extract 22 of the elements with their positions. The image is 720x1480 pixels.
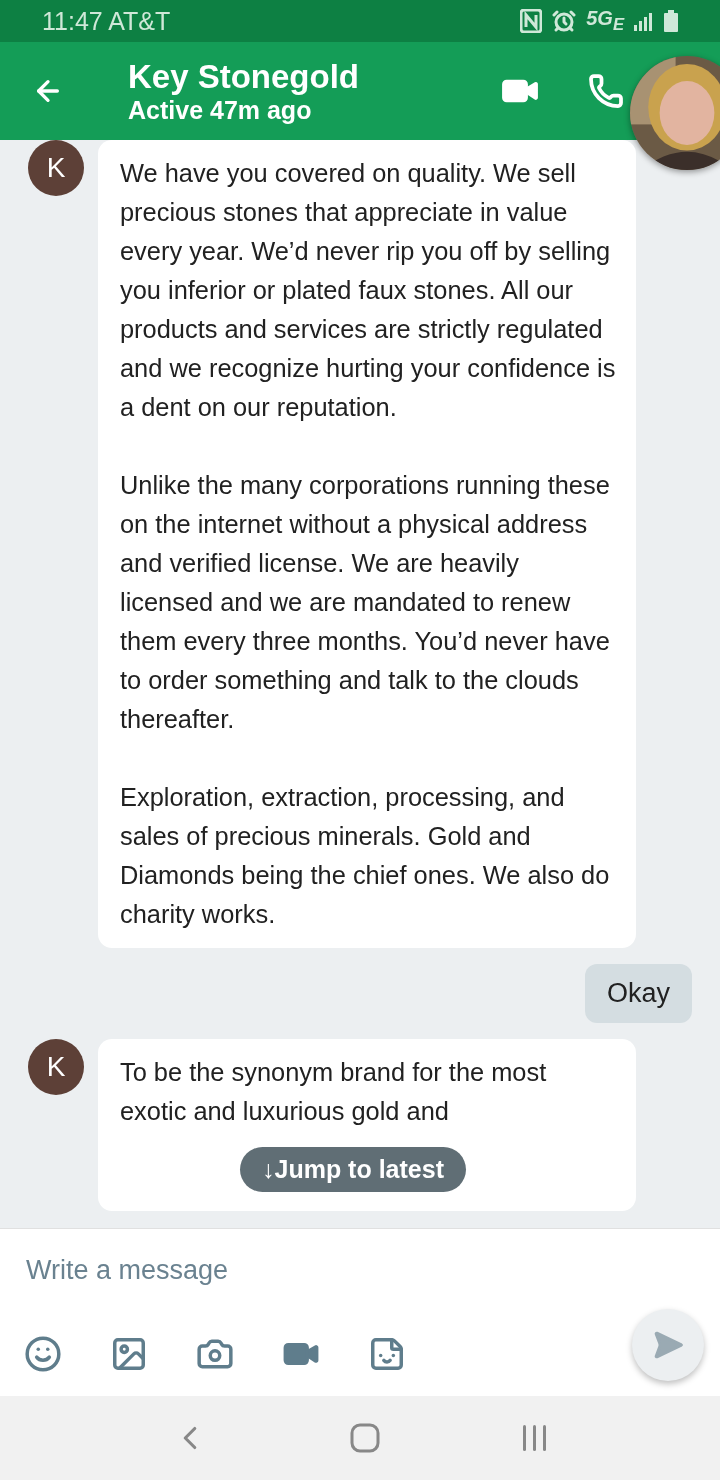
message-text: We have you covered on quality. We sell precious stones that appreciate in value every year. We’d never rip you off by selling you inferior or plated faux stones. All our products and services are strictly regulated and we recognize hurting your confidence is a dent on our reputation. xyxy=(120,158,616,423)
status-time: 11:47 AT&T xyxy=(42,6,171,36)
phone-call-button[interactable] xyxy=(588,73,624,109)
network-type: 5G$_{E}$ xyxy=(586,7,624,35)
sender-avatar[interactable]: K xyxy=(28,140,84,196)
alarm-icon xyxy=(552,9,577,33)
send-button[interactable] xyxy=(632,1309,704,1381)
message-text: Unlike the many corporations running these on the internet without a physical address and verified license. We are heavily licensed and we are mandated to renew them every three months. You’d never have to order something and talk to the clouds thereafter. xyxy=(120,470,611,735)
emoji-icon[interactable] xyxy=(24,1334,62,1373)
message-input[interactable]: Write a message xyxy=(0,1228,720,1311)
home-nav-icon[interactable] xyxy=(350,1423,380,1453)
jump-to-latest-button[interactable]: ↓Jump to latest xyxy=(240,1147,466,1192)
signal-icon xyxy=(634,11,654,31)
send-icon xyxy=(652,1329,684,1361)
message-text: To be the synonym brand for the most exotic and luxurious gold and xyxy=(120,1057,548,1127)
active-status: Active 47m ago xyxy=(128,95,313,125)
nfc-icon xyxy=(520,9,543,33)
sender-avatar[interactable]: K xyxy=(28,1039,84,1095)
message-text: Exploration, extraction, processing, and sales of precious minerals. Gold and Diamonds being the chief ones. We also do charity works. xyxy=(120,782,611,930)
sent-message: Okay xyxy=(584,964,692,1023)
battery-icon xyxy=(664,10,678,32)
contact-name: Key Stonegold xyxy=(128,57,361,96)
